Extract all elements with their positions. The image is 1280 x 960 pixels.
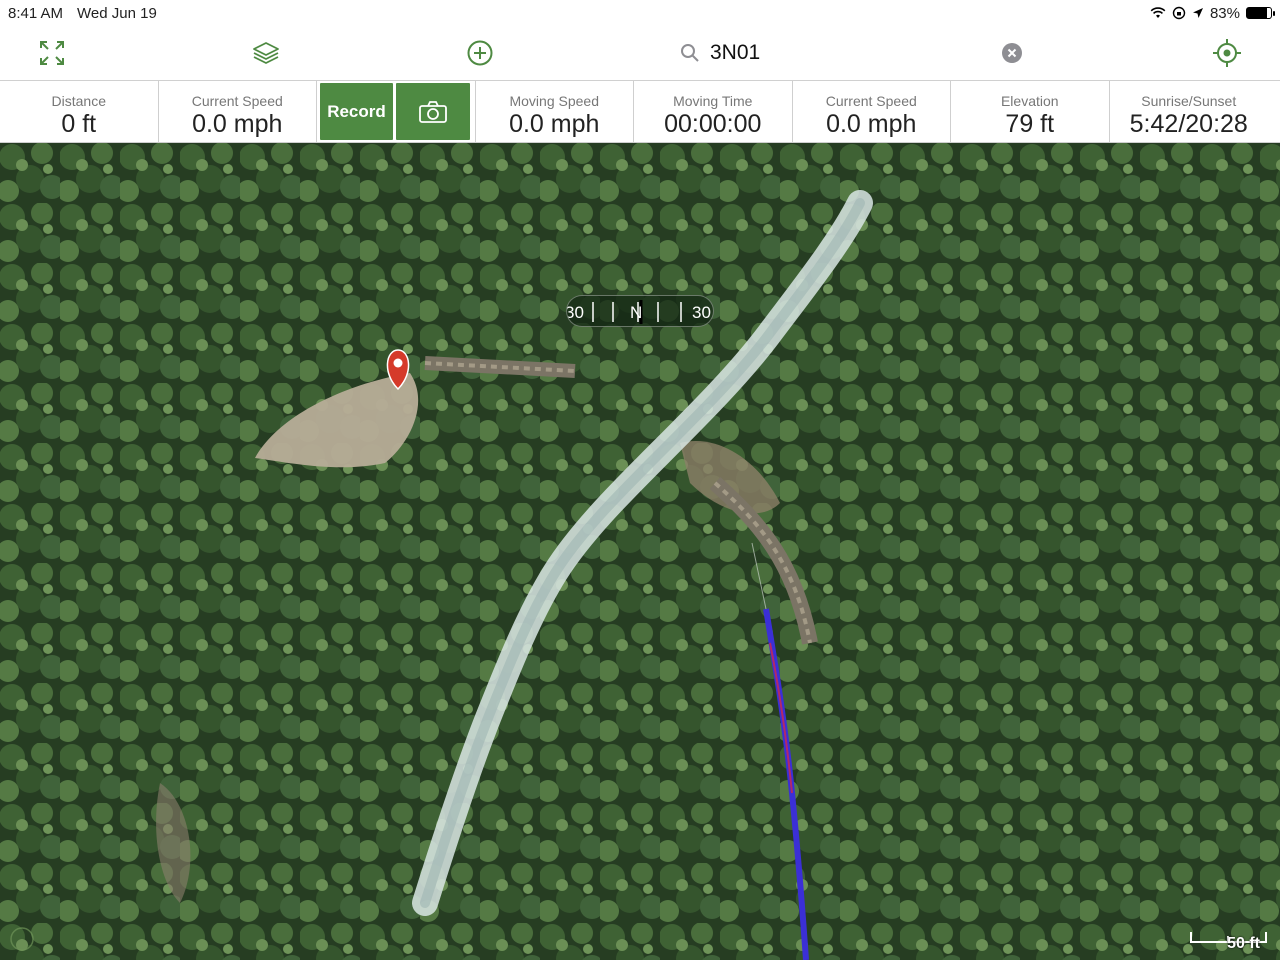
stat-label: Elevation [1000,93,1059,109]
compass-north-label: N [630,303,643,322]
layers-button[interactable] [249,36,283,70]
stat-label: Current Speed [825,93,917,109]
scale-label: 50 ft [1227,935,1260,952]
toolbar [0,26,1280,81]
compass-strip: 30 N 30 [566,295,714,327]
compass-right-label: 30 [692,303,711,322]
camera-icon [419,100,447,123]
stat-current-speed: Current Speed 0.0 mph [159,81,317,142]
battery-percent: 83% [1209,4,1240,22]
stat-value: 0.0 mph [509,110,600,138]
stat-distance: Distance 0 ft [0,81,159,142]
clear-icon [1007,48,1017,58]
stat-label: Sunrise/Sunset [1141,93,1237,109]
satellite-imagery [0,143,1280,960]
stat-elevation: Elevation 79 ft [951,81,1110,142]
search-icon [681,44,699,62]
record-button[interactable]: Record [320,83,393,140]
stat-label: Distance [51,93,106,109]
locate-button[interactable] [1210,36,1244,70]
status-time: 8:41 AM [8,4,64,22]
stat-value: 5:42/20:28 [1129,110,1248,138]
location-arrow-icon [1192,8,1203,18]
stat-sunrise-sunset: Sunrise/Sunset 5:42/20:28 [1110,81,1269,142]
stat-value: 0.0 mph [826,110,917,138]
stats-bar: Distance 0 ft Current Speed 0.0 mph Reco… [0,81,1280,143]
stat-value: 79 ft [1005,110,1055,138]
fullscreen-button[interactable] [35,36,69,70]
record-controls: Record [317,81,476,142]
stat-label: Moving Time [673,93,753,109]
locate-icon [1213,39,1241,67]
wifi-icon [1150,7,1166,18]
camera-button[interactable] [396,83,470,140]
search-bar [680,36,1040,70]
orientation-lock-icon [1172,6,1186,20]
compass-left-label: 30 [566,303,584,322]
status-bar: 8:41 AM Wed Jun 19 83% [0,0,1280,26]
add-button[interactable] [463,36,497,70]
satellite-map[interactable]: 30 N 30 50 ft [0,143,1280,960]
stat-value: 0.0 mph [192,110,283,138]
stat-value: 00:00:00 [664,110,762,138]
clear-search-button[interactable] [1002,43,1022,63]
stat-value: 0 ft [61,110,97,138]
stat-current-speed-2: Current Speed 0.0 mph [793,81,951,142]
stat-moving-speed: Moving Speed 0.0 mph [476,81,634,142]
expand-icon [40,41,64,65]
add-icon [467,40,493,66]
search-input[interactable] [710,41,980,65]
stat-moving-time: Moving Time 00:00:00 [634,81,793,142]
stat-label: Current Speed [191,93,283,109]
status-date: Wed Jun 19 [77,4,157,22]
battery-icon [1246,7,1275,19]
stat-label: Moving Speed [509,93,599,109]
map-scale: 50 ft [1190,928,1268,952]
layers-icon [253,42,279,64]
